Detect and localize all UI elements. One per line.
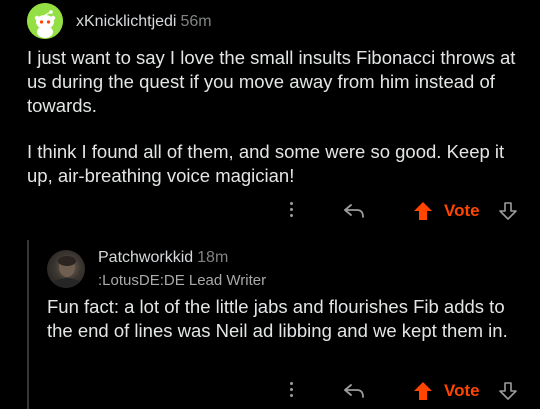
comment-meta: Patchworkkid 18m	[98, 249, 228, 267]
author-name[interactable]: Patchworkkid	[98, 249, 193, 266]
more-options-icon[interactable]	[283, 200, 299, 222]
comment-actions: Vote	[0, 196, 540, 226]
reply-arrow-icon[interactable]	[342, 200, 368, 222]
reply-arrow-icon[interactable]	[342, 380, 368, 402]
downvote-arrow-icon[interactable]	[496, 379, 520, 403]
comment-body-paragraph: I just want to say I love the small insu…	[27, 47, 516, 116]
user-flair: :LotusDE:DE Lead Writer	[98, 272, 267, 289]
comment-xknicklichtjedi: xKnicklichtjedi 56m I just want to say I …	[0, 0, 540, 240]
user-photo-avatar-icon[interactable]	[47, 250, 85, 288]
timestamp: 18m	[197, 249, 229, 266]
vote-count: Vote	[444, 381, 480, 400]
timestamp: 56m	[180, 13, 212, 30]
more-options-icon[interactable]	[283, 380, 299, 402]
author-name[interactable]: xKnicklichtjedi	[76, 13, 176, 30]
comment-meta: xKnicklichtjedi 56m	[76, 13, 212, 31]
downvote-arrow-icon[interactable]	[496, 199, 520, 223]
vote-count: Vote	[444, 201, 480, 220]
snoo-avatar-icon[interactable]	[27, 3, 63, 39]
comment-body-paragraph: I think I found all of them, and some we…	[27, 141, 505, 186]
comment-patchworkkid: Patchworkkid 18m :LotusDE:DE Lead Writer …	[0, 240, 540, 409]
upvote-arrow-icon[interactable]	[411, 199, 435, 223]
upvote-arrow-icon[interactable]	[411, 379, 435, 403]
comment-body-paragraph: Fun fact: a lot of the little jabs and f…	[47, 296, 508, 341]
comment-actions: Vote	[0, 376, 540, 406]
